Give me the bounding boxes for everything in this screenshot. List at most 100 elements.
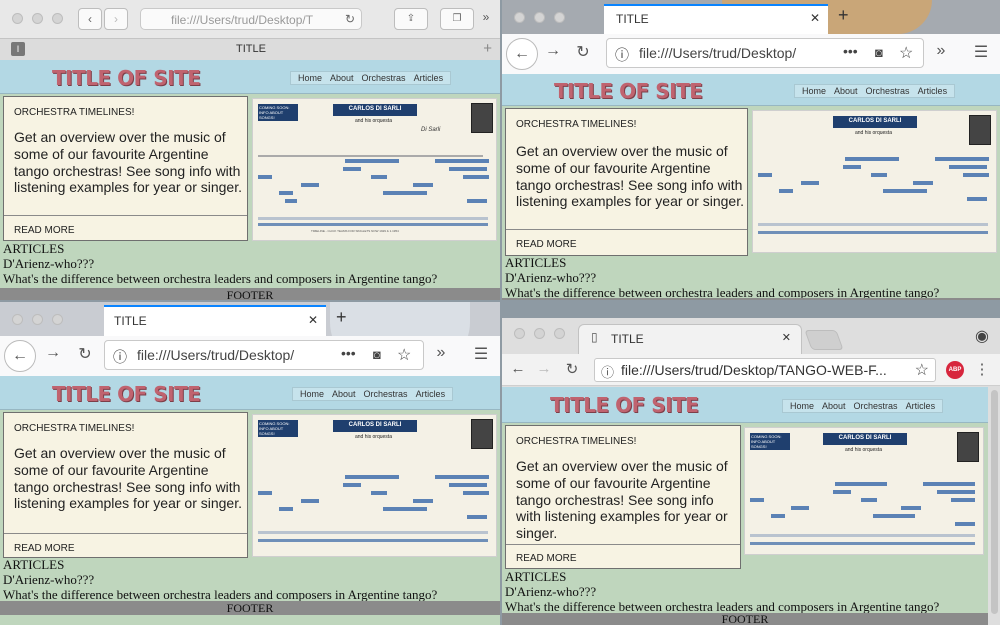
timeline-poster[interactable]: CARLOS DI SARLI and his orquesta xyxy=(752,110,997,253)
address-bar[interactable]: ⓘ file:///Users/trud/Desktop/ ••• ◙ ☆ xyxy=(606,38,924,68)
browser-tab[interactable]: ▯ TITLE ✕ xyxy=(578,324,802,354)
forward-icon[interactable]: → xyxy=(542,42,564,60)
address-bar[interactable]: file:///Users/trud/Desktop/T ↻ xyxy=(140,8,362,30)
nav-articles[interactable]: Articles xyxy=(906,401,936,411)
site-nav: Home About Orchestras Articles xyxy=(292,387,454,401)
timeline-bar[interactable] xyxy=(258,155,483,157)
nav-orchestras[interactable]: Orchestras xyxy=(854,401,898,411)
more-tools-icon[interactable]: » xyxy=(930,42,952,60)
overflow-icon[interactable]: ••• xyxy=(843,43,858,59)
article-link[interactable]: D'Arienz-who??? xyxy=(3,572,437,588)
back-icon[interactable]: ← xyxy=(508,360,528,377)
timeline-poster[interactable]: COMING SOON: INFO ABOUT SONGS! CARLOS DI… xyxy=(744,427,984,555)
user-icon[interactable]: ◉ xyxy=(972,326,992,346)
site-logo[interactable]: TITLE OF SITE xyxy=(52,66,201,90)
menu-icon[interactable]: ☰ xyxy=(970,42,992,62)
browser-tab[interactable]: TITLE ✕ xyxy=(604,4,828,34)
nav-home[interactable]: Home xyxy=(802,86,826,96)
forward-icon[interactable]: → xyxy=(42,344,64,362)
nav-articles[interactable]: Articles xyxy=(416,389,446,399)
star-icon[interactable]: ☆ xyxy=(899,43,913,63)
reload-icon[interactable]: ↻ xyxy=(345,12,355,26)
share-icon[interactable]: ⇪ xyxy=(394,8,428,30)
zoom-light[interactable] xyxy=(554,328,565,339)
scrollbar[interactable] xyxy=(991,390,998,614)
minimize-light[interactable] xyxy=(32,314,43,325)
nav-home[interactable]: Home xyxy=(298,73,322,83)
back-icon[interactable]: ‹ xyxy=(78,8,102,30)
close-icon[interactable]: ✕ xyxy=(810,11,820,25)
card-body: Get an overview over the music of some o… xyxy=(516,143,744,210)
address-bar[interactable]: ⓘ file:///Users/trud/Desktop/ ••• ◙ ☆ xyxy=(104,340,424,370)
more-tools-icon[interactable]: » xyxy=(430,344,452,362)
close-light[interactable] xyxy=(12,314,23,325)
read-more-link[interactable]: READ MORE xyxy=(516,239,577,250)
nav-orchestras[interactable]: Orchestras xyxy=(364,389,408,399)
nav-orchestras[interactable]: Orchestras xyxy=(362,73,406,83)
close-light[interactable] xyxy=(12,13,23,24)
tab-close-icon[interactable]: I xyxy=(11,42,25,56)
timeline-bar xyxy=(285,199,297,203)
minimize-light[interactable] xyxy=(534,328,545,339)
forward-icon[interactable]: › xyxy=(104,8,128,30)
minimize-light[interactable] xyxy=(534,12,545,23)
minimize-light[interactable] xyxy=(32,13,43,24)
site-logo[interactable]: TITLE OF SITE xyxy=(550,393,699,417)
timeline-poster[interactable]: COMING SOON: INFO ABOUT SONGS! CARLOS DI… xyxy=(252,98,497,241)
read-more-link[interactable]: READ MORE xyxy=(516,553,577,564)
nav-orchestras[interactable]: Orchestras xyxy=(866,86,910,96)
article-link[interactable]: D'Arienz-who??? xyxy=(505,584,939,600)
forward-icon[interactable]: → xyxy=(534,360,554,377)
tabs-icon[interactable]: ❐ xyxy=(440,8,474,30)
reload-icon[interactable]: ↻ xyxy=(572,42,594,62)
nav-about[interactable]: About xyxy=(822,401,846,411)
abp-icon[interactable]: ABP xyxy=(946,361,964,379)
nav-articles[interactable]: Articles xyxy=(918,86,948,96)
reload-icon[interactable]: ↻ xyxy=(562,360,582,378)
star-icon[interactable]: ☆ xyxy=(397,345,411,365)
close-icon[interactable]: ✕ xyxy=(308,313,318,327)
site-logo[interactable]: TITLE OF SITE xyxy=(52,382,201,406)
pocket-icon[interactable]: ◙ xyxy=(373,347,381,362)
nav-about[interactable]: About xyxy=(330,73,354,83)
kebab-icon[interactable]: ⋮ xyxy=(974,360,990,378)
page-content: TITLE OF SITE Home About Orchestras Arti… xyxy=(0,376,500,625)
nav-home[interactable]: Home xyxy=(790,401,814,411)
back-icon[interactable]: ← xyxy=(4,340,36,372)
timeline-bar xyxy=(758,173,772,177)
nav-home[interactable]: Home xyxy=(300,389,324,399)
menu-icon[interactable]: ☰ xyxy=(470,344,492,364)
site-logo[interactable]: TITLE OF SITE xyxy=(554,79,703,103)
timeline-poster[interactable]: COMING SOON: INFO ABOUT SONGS! CARLOS DI… xyxy=(252,414,497,557)
reload-icon[interactable]: ↻ xyxy=(74,344,96,364)
overflow-icon[interactable]: ••• xyxy=(341,345,356,361)
nav-about[interactable]: About xyxy=(332,389,356,399)
article-link[interactable]: D'Arienz-who??? xyxy=(505,270,939,286)
close-light[interactable] xyxy=(514,12,525,23)
plus-icon[interactable]: + xyxy=(838,5,849,26)
overflow-icon[interactable]: » xyxy=(476,10,496,24)
pocket-icon[interactable]: ◙ xyxy=(875,45,883,60)
tab-title[interactable]: TITLE xyxy=(236,43,266,55)
nav-about[interactable]: About xyxy=(834,86,858,96)
zoom-light[interactable] xyxy=(52,13,63,24)
article-link[interactable]: What's the difference between orchestra … xyxy=(3,271,437,287)
plus-icon[interactable]: + xyxy=(483,40,492,57)
zoom-light[interactable] xyxy=(554,12,565,23)
read-more-link[interactable]: READ MORE xyxy=(14,225,75,236)
address-bar[interactable]: ⓘ file:///Users/trud/Desktop/TANGO-WEB-F… xyxy=(594,358,936,382)
zoom-light[interactable] xyxy=(52,314,63,325)
star-icon[interactable]: ☆ xyxy=(915,360,929,380)
browser-tab[interactable]: TITLE ✕ xyxy=(104,305,326,336)
nav-articles[interactable]: Articles xyxy=(414,73,444,83)
close-icon[interactable]: ✕ xyxy=(782,331,791,344)
read-more-link[interactable]: READ MORE xyxy=(14,543,75,554)
plus-icon[interactable]: + xyxy=(336,307,347,328)
article-link[interactable]: D'Arienz-who??? xyxy=(3,256,437,272)
new-tab-button[interactable] xyxy=(804,330,844,350)
safari-window: ‹ › file:///Users/trud/Desktop/T ↻ ⇪ ❐ »… xyxy=(0,0,500,300)
articles-section: ARTICLES D'Arienz-who??? What's the diff… xyxy=(3,557,437,603)
close-light[interactable] xyxy=(514,328,525,339)
card-divider xyxy=(506,229,747,230)
back-icon[interactable]: ← xyxy=(506,38,538,70)
